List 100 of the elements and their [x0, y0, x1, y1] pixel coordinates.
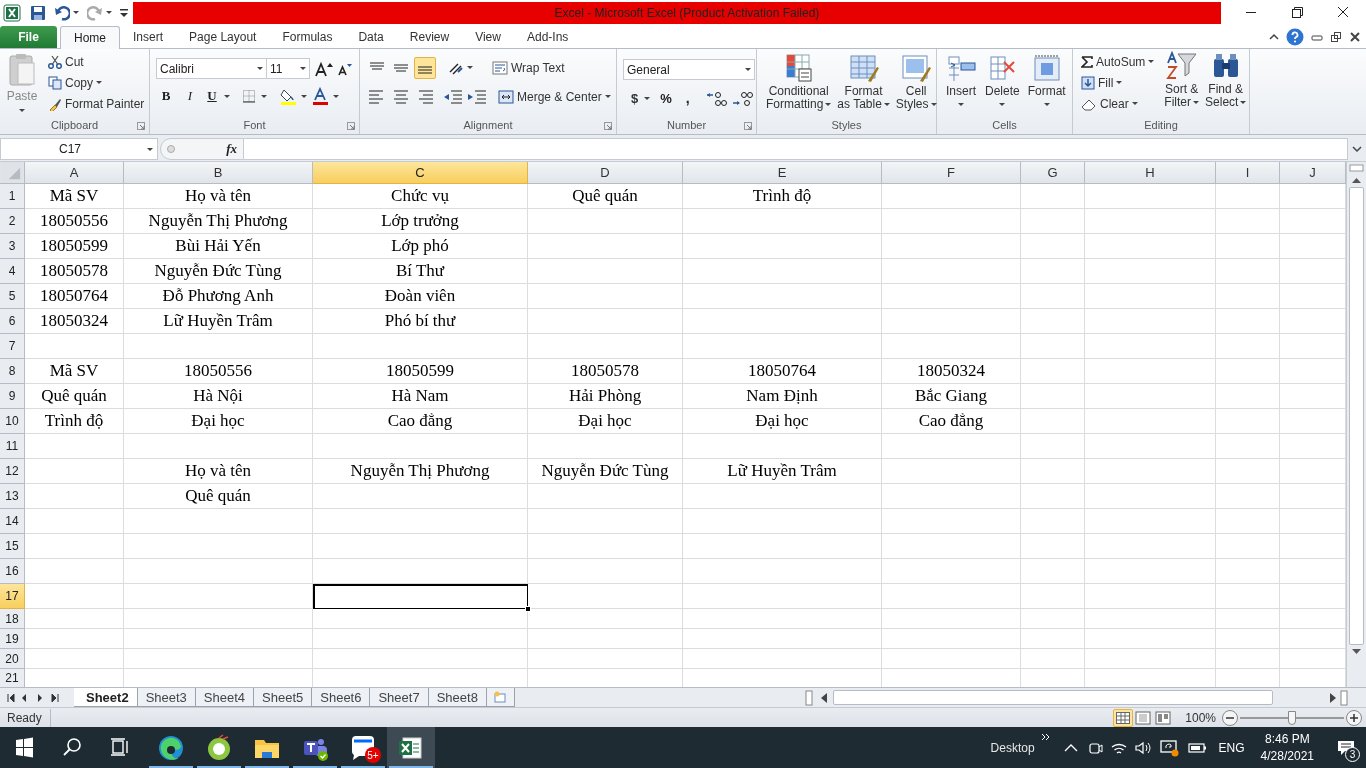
- cells-button[interactable]: Delete: [985, 53, 1020, 106]
- action-center-button[interactable]: 3: [1326, 727, 1366, 768]
- language-indicator[interactable]: ENG: [1218, 738, 1245, 757]
- sheet-tab[interactable]: Sheet8: [428, 688, 487, 707]
- row-header[interactable]: 14: [0, 509, 25, 534]
- ribbon-tab[interactable]: Add-Ins: [513, 25, 582, 48]
- increase-indent-icon[interactable]: [466, 88, 488, 105]
- sheet-tab[interactable]: Sheet7: [370, 688, 429, 707]
- column-header[interactable]: E: [683, 162, 882, 184]
- sheet-tab[interactable]: Sheet3: [137, 688, 196, 707]
- insert-function-button[interactable]: fx: [226, 139, 237, 159]
- clock[interactable]: 8:46 PM 4/28/2021: [1260, 730, 1314, 765]
- row-header[interactable]: 13: [0, 484, 25, 509]
- sheet-tab[interactable]: Sheet6: [312, 688, 371, 707]
- merge-center-button[interactable]: Merge & Center: [496, 86, 613, 107]
- chevrons-icon[interactable]: [1040, 733, 1051, 741]
- fill-color-icon[interactable]: [280, 87, 308, 105]
- ribbon-tab[interactable]: View: [462, 25, 514, 48]
- row-header[interactable]: 12: [0, 459, 25, 484]
- styles-button[interactable]: Conditional Formatting: [765, 53, 833, 111]
- row-header[interactable]: 1: [0, 184, 25, 209]
- formula-input-field[interactable]: [244, 138, 1348, 160]
- cells-button[interactable]: Insert: [945, 53, 977, 106]
- chat-bubble-taskbar-button[interactable]: 5+: [339, 727, 387, 768]
- percent-button[interactable]: %: [656, 88, 676, 109]
- dialog-launcher-icon[interactable]: [137, 122, 145, 130]
- close-workbook-icon[interactable]: [1349, 30, 1361, 43]
- row-header[interactable]: 18: [0, 609, 25, 629]
- decrease-decimal-icon[interactable]: [731, 90, 754, 107]
- font-family-field[interactable]: Calibri: [156, 58, 267, 79]
- find-select-button[interactable]: Find & Select: [1205, 51, 1247, 109]
- undo-icon[interactable]: [54, 4, 70, 21]
- column-header[interactable]: G: [1021, 162, 1085, 184]
- borders-icon[interactable]: [242, 89, 268, 103]
- normal-view-button[interactable]: [1113, 708, 1134, 727]
- row-header[interactable]: 15: [0, 534, 25, 559]
- row-header[interactable]: 20: [0, 649, 25, 669]
- row-header[interactable]: 17: [0, 584, 25, 609]
- decrease-indent-icon[interactable]: [442, 88, 464, 105]
- monitor-sync-icon[interactable]: [1158, 737, 1181, 758]
- column-header[interactable]: F: [882, 162, 1021, 184]
- selected-cell[interactable]: [313, 584, 528, 609]
- row-header[interactable]: 5: [0, 284, 25, 309]
- restore-workbook-icon[interactable]: [1330, 30, 1342, 43]
- ribbon-tab[interactable]: Data: [345, 25, 397, 48]
- zoom-slider-track[interactable]: [1240, 710, 1344, 725]
- row-header[interactable]: 4: [0, 259, 25, 284]
- currency-button[interactable]: $: [629, 88, 653, 109]
- copy-button[interactable]: Copy: [46, 72, 147, 93]
- column-header[interactable]: C: [313, 162, 528, 184]
- row-header[interactable]: 2: [0, 209, 25, 234]
- row-header[interactable]: 8: [0, 359, 25, 384]
- shrink-font-icon[interactable]: [337, 61, 353, 76]
- dialog-launcher-icon[interactable]: [744, 122, 752, 130]
- page-break-view-icon[interactable]: [1153, 710, 1174, 725]
- insert-sheet-button[interactable]: [486, 688, 515, 707]
- fill-button[interactable]: Fill: [1079, 72, 1157, 93]
- sort-filter-button[interactable]: Sort & Filter: [1164, 51, 1200, 109]
- font-size-field[interactable]: 11: [267, 58, 310, 79]
- ribbon-tab[interactable]: Page Layout: [176, 25, 270, 48]
- ribbon-tab[interactable]: Formulas: [269, 25, 346, 48]
- bold-button[interactable]: B: [156, 86, 176, 106]
- ribbon-tab[interactable]: Insert: [120, 25, 177, 48]
- increase-decimal-icon[interactable]: [705, 90, 728, 107]
- column-header[interactable]: D: [528, 162, 683, 184]
- ribbon-tab[interactable]: Home: [60, 26, 120, 49]
- styles-button[interactable]: Cell Styles: [894, 53, 938, 111]
- save-icon[interactable]: [30, 4, 46, 21]
- vertical-scrollbar[interactable]: [1346, 162, 1366, 687]
- row-header[interactable]: 3: [0, 234, 25, 259]
- autosum-button[interactable]: AutoSum: [1079, 51, 1157, 72]
- comma-button[interactable]: ,: [679, 88, 696, 109]
- row-header[interactable]: 16: [0, 559, 25, 584]
- sheet-tab[interactable]: Sheet2: [74, 688, 138, 707]
- number-format-field[interactable]: General: [623, 59, 755, 80]
- column-header[interactable]: I: [1216, 162, 1280, 184]
- vertical-align-button[interactable]: [414, 57, 436, 79]
- column-header[interactable]: B: [124, 162, 313, 184]
- font-color-icon[interactable]: [312, 87, 340, 105]
- zoom-out-icon[interactable]: [1222, 709, 1238, 726]
- cells-button[interactable]: Format: [1027, 53, 1066, 106]
- grow-font-icon[interactable]: [315, 60, 333, 77]
- horizontal-scrollbar-thumb[interactable]: [833, 690, 1273, 705]
- help-icon[interactable]: [1286, 27, 1304, 46]
- zoom-in-icon[interactable]: [1346, 709, 1362, 726]
- sheet-tab[interactable]: Sheet5: [254, 688, 313, 707]
- clear-button[interactable]: Clear: [1079, 93, 1157, 114]
- cut-button[interactable]: Cut: [46, 51, 147, 72]
- scroll-left-icon[interactable]: [819, 691, 829, 704]
- wrap-text-button[interactable]: Wrap Text: [490, 57, 567, 79]
- file-tab[interactable]: File: [0, 26, 57, 48]
- row-header[interactable]: 11: [0, 434, 25, 459]
- zoom-slider-thumb[interactable]: [1288, 710, 1296, 725]
- row-header[interactable]: 7: [0, 334, 25, 359]
- row-header[interactable]: 21: [0, 669, 25, 687]
- customize-toolbar-icon[interactable]: [120, 7, 128, 18]
- row-header[interactable]: 6: [0, 309, 25, 334]
- column-header[interactable]: A: [25, 162, 124, 184]
- scrollbar-thumb[interactable]: [1349, 187, 1364, 645]
- row-header[interactable]: 19: [0, 629, 25, 649]
